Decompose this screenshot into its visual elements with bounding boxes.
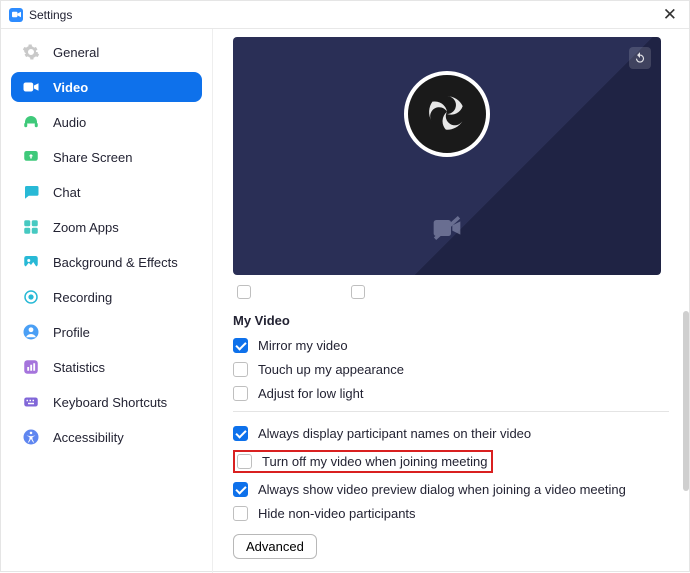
option-display-names[interactable]: Always display participant names on thei… [233,426,669,441]
highlighted-option: Turn off my video when joining meeting [233,450,493,473]
statistics-icon [21,357,41,377]
scrollbar[interactable] [683,311,689,491]
sidebar-item-chat[interactable]: Chat [11,177,202,207]
headphone-icon [21,112,41,132]
app-icon [9,8,23,22]
sidebar-item-background[interactable]: Background & Effects [11,247,202,277]
sidebar-item-label: Background & Effects [53,255,178,270]
chat-icon [21,182,41,202]
sidebar-item-share-screen[interactable]: Share Screen [11,142,202,172]
checkbox[interactable] [351,285,365,299]
sidebar-item-keyboard-shortcuts[interactable]: Keyboard Shortcuts [11,387,202,417]
sidebar-item-audio[interactable]: Audio [11,107,202,137]
option-turn-off-video[interactable]: Turn off my video when joining meeting [237,454,487,469]
settings-content: My Video Mirror my video Touch up my app… [213,29,689,573]
video-off-icon [431,212,463,247]
background-icon [21,252,41,272]
obs-logo-icon [404,71,490,157]
sidebar-item-label: Zoom Apps [53,220,119,235]
checkbox[interactable] [233,386,248,401]
gear-icon [21,42,41,62]
advanced-button[interactable]: Advanced [233,534,317,559]
sidebar-item-label: Share Screen [53,150,133,165]
option-mirror-video[interactable]: Mirror my video [233,338,669,353]
sidebar-item-label: Profile [53,325,90,340]
option-label: Turn off my video when joining meeting [262,454,487,469]
option-touch-up[interactable]: Touch up my appearance [233,362,669,377]
share-screen-icon [21,147,41,167]
option-label: Always show video preview dialog when jo… [258,482,626,497]
sidebar-item-label: Accessibility [53,430,124,445]
divider [233,411,669,412]
settings-sidebar: General Video Audio Share Screen Chat Zo… [1,29,213,573]
record-icon [21,287,41,307]
checkbox[interactable] [233,426,248,441]
sidebar-item-label: Keyboard Shortcuts [53,395,167,410]
option-label: Hide non-video participants [258,506,416,521]
option-label: Adjust for low light [258,386,364,401]
window-title: Settings [29,8,72,22]
section-title-my-video: My Video [233,313,669,328]
sidebar-item-video[interactable]: Video [11,72,202,102]
video-icon [21,77,41,97]
keyboard-icon [21,392,41,412]
option-label: Mirror my video [258,338,348,353]
option-label: Touch up my appearance [258,362,404,377]
sidebar-item-label: Chat [53,185,80,200]
sidebar-item-recording[interactable]: Recording [11,282,202,312]
checkbox[interactable] [233,482,248,497]
option-label: Always display participant names on thei… [258,426,531,441]
close-button[interactable]: ✕ [659,6,681,23]
sidebar-item-label: Video [53,80,88,95]
sidebar-item-label: Audio [53,115,86,130]
apps-icon [21,217,41,237]
sidebar-item-statistics[interactable]: Statistics [11,352,202,382]
profile-icon [21,322,41,342]
accessibility-icon [21,427,41,447]
sidebar-item-label: Statistics [53,360,105,375]
sidebar-item-label: General [53,45,99,60]
checkbox[interactable] [237,285,251,299]
sidebar-item-zoom-apps[interactable]: Zoom Apps [11,212,202,242]
sidebar-item-general[interactable]: General [11,37,202,67]
option-hide-nonvideo[interactable]: Hide non-video participants [233,506,669,521]
option-show-preview[interactable]: Always show video preview dialog when jo… [233,482,669,497]
sidebar-item-profile[interactable]: Profile [11,317,202,347]
checkbox[interactable] [237,454,252,469]
checkbox[interactable] [233,362,248,377]
titlebar: Settings ✕ [1,1,689,29]
sidebar-item-label: Recording [53,290,112,305]
checkbox[interactable] [233,506,248,521]
video-preview [233,37,661,275]
main-body: General Video Audio Share Screen Chat Zo… [1,29,689,573]
checkbox[interactable] [233,338,248,353]
partial-row [237,285,669,299]
option-low-light[interactable]: Adjust for low light [233,386,669,401]
sidebar-item-accessibility[interactable]: Accessibility [11,422,202,452]
rotate-icon[interactable] [629,47,651,69]
